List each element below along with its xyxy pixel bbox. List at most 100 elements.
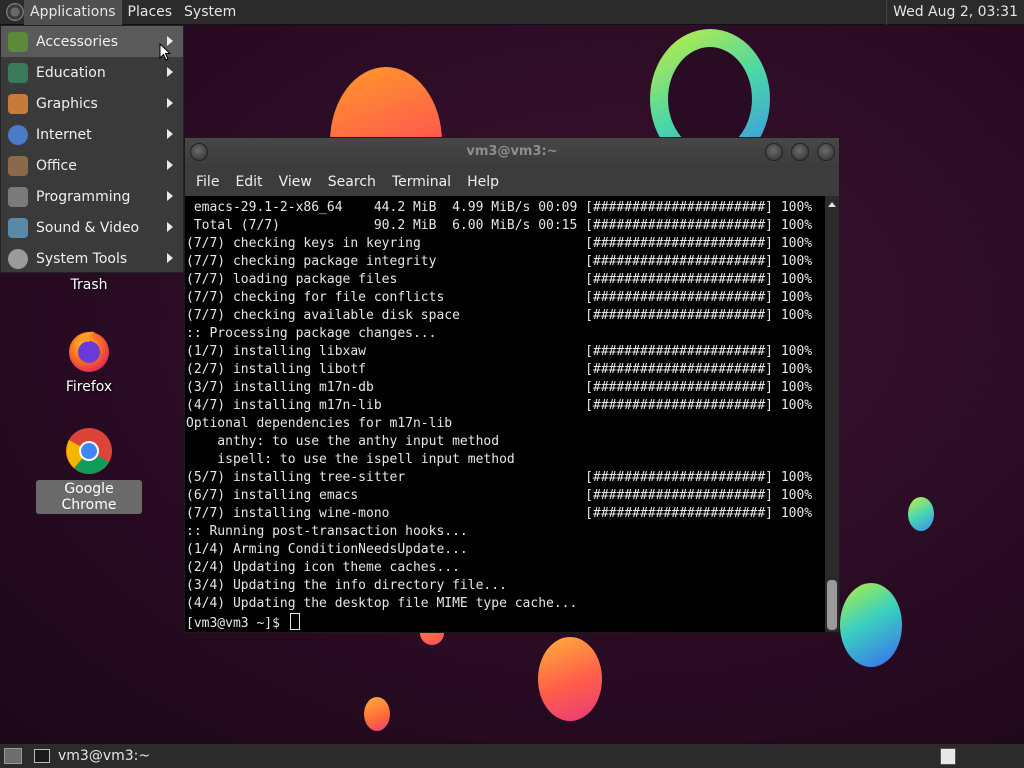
terminal-scrollbar[interactable] <box>825 196 839 632</box>
menu-item-label: Office <box>36 157 77 174</box>
menu-item-label: Internet <box>36 126 92 143</box>
programming-icon <box>8 186 28 207</box>
background-orange-blob-bottom <box>538 637 602 721</box>
menu-item-label: Education <box>36 64 106 81</box>
menu-item-label: Sound & Video <box>36 219 140 236</box>
scroll-up-arrow-icon[interactable] <box>828 202 836 207</box>
top-panel: Applications Places System Wed Aug 2, 03… <box>0 0 1024 25</box>
terminal-icon <box>34 749 50 763</box>
menu-item-programming[interactable]: Programming <box>1 181 183 212</box>
terminal-line: (6/7) installing emacs [################… <box>186 488 813 503</box>
terminal-line: (7/7) checking keys in keyring [########… <box>186 236 813 251</box>
terminal-titlebar[interactable]: vm3@vm3:~ <box>185 138 839 168</box>
terminal-lines: emacs-29.1-2-x86_64 44.2 MiB 4.99 MiB/s … <box>186 199 827 613</box>
terminal-line: Optional dependencies for m17n-lib <box>186 416 453 431</box>
desktop-icon-chrome[interactable]: Google Chrome <box>36 426 142 514</box>
desktop-icon-label: Trash <box>70 277 108 293</box>
submenu-arrow-icon <box>167 98 173 108</box>
submenu-arrow-icon <box>167 67 173 77</box>
terminal-output[interactable]: emacs-29.1-2-x86_64 44.2 MiB 4.99 MiB/s … <box>185 196 827 632</box>
chrome-icon <box>66 428 112 474</box>
text-cursor <box>289 613 300 630</box>
terminal-line: Total (7/7) 90.2 MiB 6.00 MiB/s 00:15 [#… <box>186 218 813 233</box>
menu-system[interactable]: System <box>178 0 242 25</box>
accessories-icon <box>8 31 28 52</box>
office-icon <box>8 155 28 176</box>
graphics-icon <box>8 93 28 114</box>
firefox-icon <box>69 331 109 372</box>
terminal-line: ispell: to use the ispell input method <box>186 452 515 467</box>
workspace-switcher[interactable] <box>940 748 956 765</box>
menu-item-office[interactable]: Office <box>1 150 183 181</box>
menu-item-label: Accessories <box>36 33 119 50</box>
submenu-arrow-icon <box>167 191 173 201</box>
background-small-blue-blob <box>908 497 934 531</box>
terminal-line: emacs-29.1-2-x86_64 44.2 MiB 4.99 MiB/s … <box>186 200 813 215</box>
menu-item-system-tools[interactable]: System Tools <box>1 243 183 274</box>
submenu-arrow-icon <box>167 129 173 139</box>
clock[interactable]: Wed Aug 2, 03:31 <box>886 0 1024 25</box>
submenu-arrow-icon <box>167 160 173 170</box>
terminal-line: (3/7) installing m17n-db [##############… <box>186 380 813 395</box>
minimize-button[interactable] <box>765 143 783 161</box>
menu-item-accessories[interactable]: Accessories <box>1 26 183 57</box>
terminal-title: vm3@vm3:~ <box>466 144 558 159</box>
menu-help[interactable]: Help <box>459 174 507 190</box>
desktop-icon-firefox[interactable]: Firefox <box>40 326 138 396</box>
menu-item-label: Programming <box>36 188 131 205</box>
taskbar-item-label: vm3@vm3:~ <box>58 748 151 764</box>
maximize-button[interactable] <box>791 143 809 161</box>
desktop-icon-label: Google Chrome <box>36 480 142 514</box>
terminal-menubar: File Edit View Search Terminal Help <box>185 168 839 196</box>
terminal-line: (7/7) installing wine-mono [############… <box>186 506 813 521</box>
terminal-line: (7/7) checking available disk space [###… <box>186 308 813 323</box>
menu-edit[interactable]: Edit <box>227 174 270 190</box>
terminal-line: (4/4) Updating the desktop file MIME typ… <box>186 596 578 611</box>
terminal-line: anthy: to use the anthy input method <box>186 434 500 449</box>
terminal-window[interactable]: vm3@vm3:~ File Edit View Search Terminal… <box>184 137 840 633</box>
terminal-line: (2/4) Updating icon theme caches... <box>186 560 460 575</box>
terminal-line: :: Running post-transaction hooks... <box>186 524 468 539</box>
background-small-orange-blob <box>364 697 390 731</box>
scrollbar-thumb[interactable] <box>827 580 837 630</box>
menu-applications[interactable]: Applications <box>24 0 122 25</box>
menu-view[interactable]: View <box>271 174 320 190</box>
menu-item-graphics[interactable]: Graphics <box>1 88 183 119</box>
system-tools-icon <box>8 248 28 269</box>
terminal-line: (3/4) Updating the info directory file..… <box>186 578 507 593</box>
menu-item-sound-video[interactable]: Sound & Video <box>1 212 183 243</box>
mouse-pointer-icon <box>159 43 171 61</box>
terminal-line: :: Processing package changes... <box>186 326 437 341</box>
menu-item-internet[interactable]: Internet <box>1 119 183 150</box>
desktop-icon-label: Firefox <box>65 379 113 395</box>
bottom-panel: vm3@vm3:~ <box>0 743 1024 768</box>
terminal-prompt-line[interactable]: [vm3@vm3 ~]$ <box>186 613 827 631</box>
terminal-line: (2/7) installing libotf [###############… <box>186 362 813 377</box>
sound-video-icon <box>8 217 28 238</box>
terminal-line: (5/7) installing tree-sitter [##########… <box>186 470 813 485</box>
menu-item-education[interactable]: Education <box>1 57 183 88</box>
terminal-line: (7/7) checking package integrity [######… <box>186 254 813 269</box>
desktop-icon-trash[interactable]: Trash <box>50 276 128 294</box>
menu-file[interactable]: File <box>188 174 227 190</box>
submenu-arrow-icon <box>167 253 173 263</box>
terminal-prompt: [vm3@vm3 ~]$ <box>186 616 288 631</box>
terminal-line: (7/7) checking for file conflicts [#####… <box>186 290 813 305</box>
internet-icon <box>8 124 28 145</box>
menu-terminal[interactable]: Terminal <box>384 174 459 190</box>
menu-places[interactable]: Places <box>122 0 179 25</box>
menu-item-label: Graphics <box>36 95 98 112</box>
background-blue-blob <box>840 583 902 667</box>
applications-logo-icon[interactable] <box>6 3 24 21</box>
education-icon <box>8 62 28 83</box>
terminal-line: (1/4) Arming ConditionNeedsUpdate... <box>186 542 468 557</box>
terminal-line: (1/7) installing libxaw [###############… <box>186 344 813 359</box>
show-desktop-icon[interactable] <box>4 748 22 764</box>
terminal-line: (4/7) installing m17n-lib [#############… <box>186 398 813 413</box>
taskbar-item-terminal[interactable]: vm3@vm3:~ <box>34 744 150 768</box>
menu-search[interactable]: Search <box>320 174 384 190</box>
menu-item-label: System Tools <box>36 250 128 267</box>
submenu-arrow-icon <box>167 222 173 232</box>
terminal-line: (7/7) loading package files [###########… <box>186 272 813 287</box>
close-button[interactable] <box>817 143 835 161</box>
